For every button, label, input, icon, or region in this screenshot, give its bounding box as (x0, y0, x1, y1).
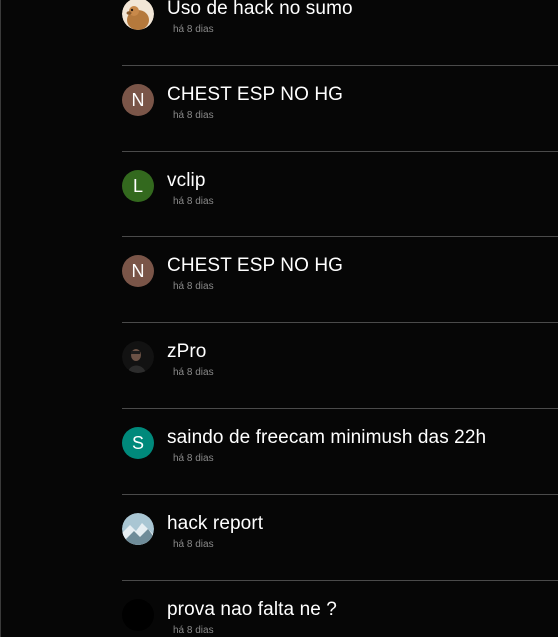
avatar-letter: S (131, 432, 144, 453)
post-title[interactable]: Uso de hack no sumo (167, 0, 353, 20)
left-border-divider (0, 0, 1, 637)
landscape-photo-avatar-icon[interactable] (122, 512, 154, 545)
post-title[interactable]: vclip (167, 170, 206, 192)
letter-avatar[interactable]: S (122, 426, 154, 459)
post-title[interactable]: prova nao falta ne ? (167, 599, 337, 621)
post-list: Uso de hack no sumo há 8 dias N CHEST ES… (122, 0, 558, 637)
list-item[interactable]: N CHEST ESP NO HG há 8 dias (122, 66, 558, 152)
post-title[interactable]: hack report (167, 513, 263, 535)
animal-photo-avatar-icon[interactable] (122, 0, 154, 30)
post-timestamp: há 8 dias (173, 367, 214, 379)
list-item[interactable]: S saindo de freecam minimush das 22h há … (122, 409, 558, 495)
post-timestamp: há 8 dias (173, 281, 214, 293)
post-timestamp: há 8 dias (173, 538, 214, 550)
list-item[interactable]: Uso de hack no sumo há 8 dias (122, 0, 558, 66)
post-timestamp: há 8 dias (173, 452, 214, 464)
post-timestamp: há 8 dias (173, 624, 214, 636)
avatar-letter: N (131, 261, 145, 282)
list-item[interactable]: L vclip há 8 dias (122, 152, 558, 238)
black-avatar-icon[interactable] (122, 598, 154, 631)
post-timestamp: há 8 dias (173, 195, 214, 207)
list-item[interactable]: N CHEST ESP NO HG há 8 dias (122, 237, 558, 324)
post-title[interactable]: CHEST ESP NO HG (167, 255, 343, 277)
post-title[interactable]: CHEST ESP NO HG (167, 84, 343, 106)
letter-avatar[interactable]: N (122, 255, 154, 288)
post-timestamp: há 8 dias (173, 109, 214, 121)
list-item[interactable]: hack report há 8 dias (122, 495, 558, 581)
letter-avatar[interactable]: L (122, 169, 154, 202)
avatar-letter: N (131, 89, 145, 110)
list-item[interactable]: zPro há 8 dias (122, 323, 558, 409)
page: Uso de hack no sumo há 8 dias N CHEST ES… (0, 0, 558, 637)
post-title[interactable]: saindo de freecam minimush das 22h (167, 427, 486, 449)
person-photo-avatar-icon[interactable] (122, 341, 154, 374)
post-title[interactable]: zPro (167, 341, 206, 363)
list-item[interactable]: prova nao falta ne ? há 8 dias (122, 581, 558, 637)
letter-avatar[interactable]: N (122, 83, 154, 116)
post-timestamp: há 8 dias (173, 24, 214, 35)
avatar-letter: L (132, 175, 143, 196)
